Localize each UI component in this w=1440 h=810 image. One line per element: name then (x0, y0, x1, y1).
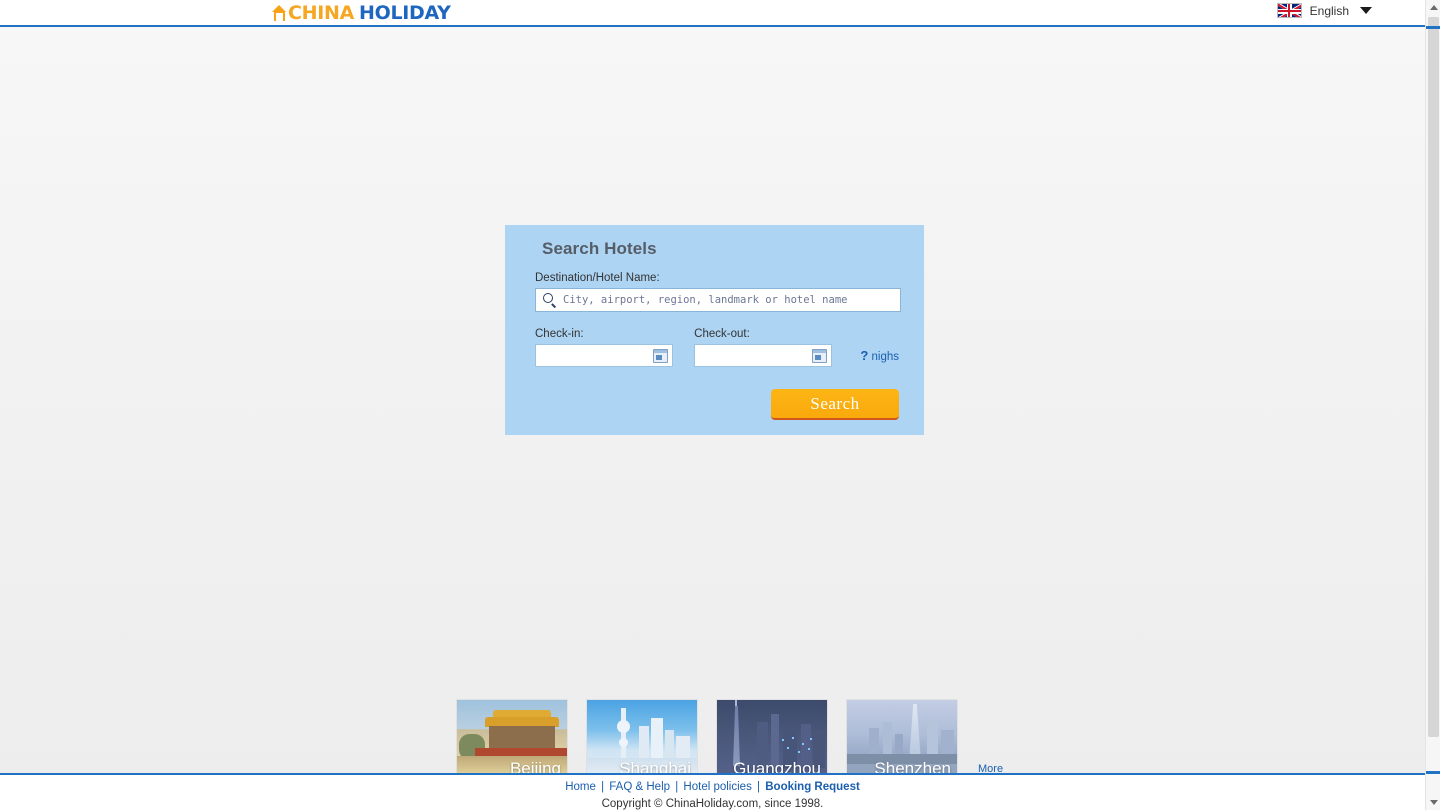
site-footer: Home | FAQ & Help | Hotel policies | Boo… (0, 773, 1425, 810)
scroll-up-arrow-icon[interactable] (1426, 0, 1440, 15)
language-label: English (1309, 3, 1349, 18)
copyright-text: Copyright © ChinaHoliday.com, since 1998… (601, 798, 824, 810)
page-title: Search Hotels (542, 239, 657, 258)
vertical-scrollbar[interactable] (1425, 0, 1440, 810)
chevron-down-icon[interactable] (1360, 7, 1372, 14)
search-hotels-panel: Search Hotels Destination/Hotel Name: Ch… (505, 225, 924, 435)
city-card-shanghai[interactable]: Shanghai (586, 699, 698, 777)
nights-number: ? (860, 348, 869, 363)
page-root: CHINA HOLIDAY English Search Hotels Dest… (0, 0, 1440, 810)
checkout-input-wrapper[interactable] (694, 344, 833, 367)
dates-row: Check-in: Check-out: ? nighs (535, 328, 899, 367)
footer-separator: | (675, 781, 679, 793)
city-card-shenzhen[interactable]: Shenzhen (846, 699, 958, 777)
checkout-label: Check-out: (694, 328, 750, 340)
search-button-row: Search (533, 389, 899, 420)
logo-text-holiday: HOLIDAY (359, 1, 451, 24)
search-button[interactable]: Search (771, 389, 899, 420)
footer-separator: | (601, 781, 605, 793)
search-icon (543, 293, 557, 308)
checkin-input[interactable] (536, 345, 672, 366)
logo-text-china: CHINA (288, 1, 355, 24)
checkin-label: Check-in: (535, 328, 584, 340)
footer-separator: | (757, 781, 761, 793)
scroll-marker-top (1426, 26, 1440, 29)
nights-unit: nighs (871, 351, 900, 363)
scroll-marker-bottom (1426, 771, 1440, 774)
city-card-beijing[interactable]: Beijing (456, 699, 568, 777)
checkin-input-wrapper[interactable] (535, 344, 673, 367)
city-card-guangzhou[interactable]: Guangzhou (716, 699, 828, 777)
destination-label: Destination/Hotel Name: (535, 272, 660, 284)
site-header: CHINA HOLIDAY English (0, 0, 1425, 27)
destination-input[interactable] (563, 290, 900, 310)
city-shortcuts: Beijing Shanghai Guangzhou Shenzhen More (456, 699, 1003, 777)
language-switcher[interactable]: English (1276, 3, 1372, 18)
page-body: Search Hotels Destination/Hotel Name: Ch… (0, 27, 1425, 777)
footer-link-faq[interactable]: FAQ & Help (609, 781, 670, 793)
calendar-icon[interactable] (653, 349, 668, 363)
footer-link-booking-request[interactable]: Booking Request (765, 781, 860, 793)
scrollbar-thumb[interactable] (1428, 17, 1439, 737)
checkout-field-group: Check-out: (694, 328, 833, 367)
checkin-field-group: Check-in: (535, 328, 674, 367)
footer-link-hotel-policies[interactable]: Hotel policies (683, 781, 751, 793)
checkout-input[interactable] (695, 345, 832, 366)
scroll-down-arrow-icon[interactable] (1426, 795, 1440, 810)
site-logo[interactable]: CHINA HOLIDAY (272, 2, 451, 24)
destination-field-group: Destination/Hotel Name: (535, 272, 901, 312)
footer-link-home[interactable]: Home (565, 781, 596, 793)
calendar-icon[interactable] (812, 349, 828, 363)
house-icon (272, 5, 287, 21)
nights-count: ? nighs (860, 348, 899, 363)
footer-links: Home | FAQ & Help | Hotel policies | Boo… (0, 781, 1425, 793)
uk-flag-icon (1276, 3, 1302, 18)
destination-input-wrapper[interactable] (535, 288, 901, 312)
